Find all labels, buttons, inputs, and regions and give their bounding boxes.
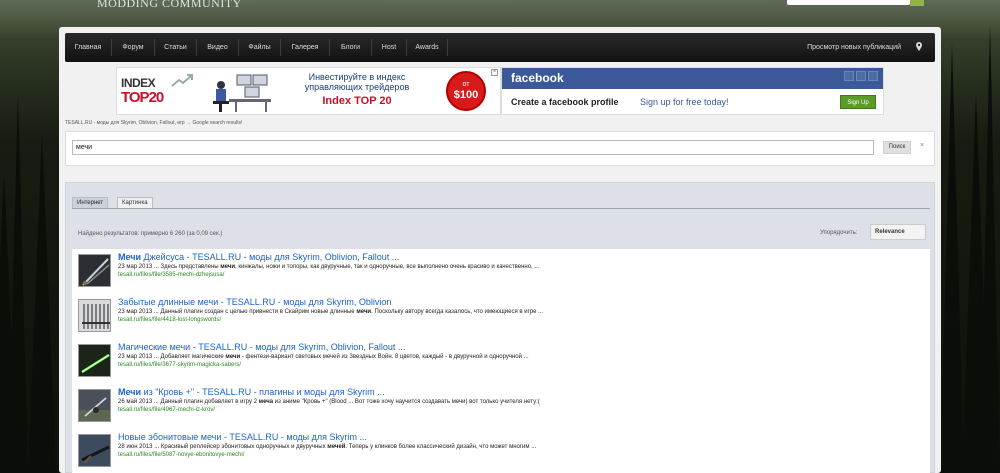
index-top20-logo: INDEX TOP20 xyxy=(121,74,194,110)
clear-icon[interactable]: × xyxy=(920,142,924,149)
result-snippet: 28 июн 2013 ... Красивый реплейсер эбони… xyxy=(118,444,537,450)
result-thumbnail[interactable] xyxy=(78,299,111,332)
index-top20-ad[interactable]: INDEX TOP20 Инвестируйте в индекс управл… xyxy=(116,67,501,115)
result-url: tesall.ru/files/file/3585-mechi-dzhejsus… xyxy=(118,272,225,278)
main-nav: Главная Форум Статьи Видео Файлы Галерея… xyxy=(65,33,935,62)
search-panel: Поиск × xyxy=(65,131,935,166)
breadcrumb[interactable]: TESALL.RU - моды для Skyrim, Oblivion, F… xyxy=(65,120,243,126)
search-button[interactable]: Поиск xyxy=(883,141,911,154)
result-snippet: 23 мар 2013 ... Данный плагин создан с ц… xyxy=(118,309,544,315)
result-thumbnail[interactable] xyxy=(78,254,111,287)
search-input[interactable] xyxy=(72,140,874,155)
nav-blogs[interactable]: Блоги xyxy=(330,33,371,62)
result-thumbnail[interactable] xyxy=(78,344,111,377)
nav-articles[interactable]: Статьи xyxy=(155,33,196,62)
header-search-button[interactable] xyxy=(910,0,924,6)
nav-awards[interactable]: Awards xyxy=(407,33,447,62)
result-title-link[interactable]: Мечи Джейсуса - TESALL.RU - моды для Sky… xyxy=(118,252,399,262)
result-item: Мечи из "Кровь +" - TESALL.RU - плагины … xyxy=(72,384,930,428)
result-item: Забытые длинные мечи - TESALL.RU - моды … xyxy=(72,294,930,338)
nav-home[interactable]: Главная xyxy=(65,33,111,62)
result-item: Мечи Джейсуса - TESALL.RU - моды для Sky… xyxy=(72,249,930,293)
sort-select[interactable]: Relevance xyxy=(870,224,926,240)
result-item: Магические мечи - TESALL.RU - моды для S… xyxy=(72,339,930,383)
facebook-logo: facebook xyxy=(511,71,564,85)
site-title[interactable]: MODDING COMMUNITY xyxy=(97,0,242,9)
result-title-link[interactable]: Магические мечи - TESALL.RU - моды для S… xyxy=(118,342,405,352)
fb-create-text: Create a facebook profile xyxy=(511,97,619,107)
results-list: Мечи Джейсуса - TESALL.RU - моды для Sky… xyxy=(72,249,930,473)
nav-new-posts[interactable]: Просмотр новых публикаций xyxy=(807,33,901,62)
header-search-input[interactable] xyxy=(787,0,910,5)
result-url: tesall.ru/files/file/3677-skyrim-magicka… xyxy=(118,362,242,368)
result-snippet: 23 мар 2013 ... Добавляет магические меч… xyxy=(118,354,529,360)
result-stats: Найдено результатов: примерно 6 260 (за … xyxy=(78,231,223,237)
result-url: tesall.ru/files/file/4967-mechi-iz-krov/ xyxy=(118,407,216,413)
facebook-notification-icons xyxy=(842,71,880,85)
sort-label: Упорядочить: xyxy=(820,230,858,236)
result-tabs: Интернет Картинка xyxy=(72,197,930,209)
chart-arrow-icon xyxy=(171,74,193,87)
fb-signup-link[interactable]: Sign up for free today! xyxy=(640,97,729,107)
trader-desk-illustration xyxy=(213,74,271,112)
result-snippet: 26 май 2013 ... Данный плагин добавляет … xyxy=(118,399,540,405)
ad-brand: Index TOP 20 xyxy=(322,95,392,107)
page-container: Главная Форум Статьи Видео Файлы Галерея… xyxy=(59,27,941,473)
result-item: Новые эбонитовые мечи - TESALL.RU - моды… xyxy=(72,429,930,473)
nav-video[interactable]: Видео xyxy=(197,33,238,62)
result-title-link[interactable]: Новые эбонитовые мечи - TESALL.RU - моды… xyxy=(118,432,367,442)
nav-forum[interactable]: Форум xyxy=(112,33,154,62)
facebook-ad[interactable]: facebook Create a facebook profile Sign … xyxy=(501,67,884,115)
result-title-link[interactable]: Мечи из "Кровь +" - TESALL.RU - плагины … xyxy=(118,387,385,397)
ad-close-icon[interactable]: × xyxy=(491,69,498,76)
ad-headline: Инвестируйте в индекс управляющих трейде… xyxy=(304,72,410,92)
nav-files[interactable]: Файлы xyxy=(239,33,280,62)
result-title-link[interactable]: Забытые длинные мечи - TESALL.RU - моды … xyxy=(118,297,391,307)
result-url: tesall.ru/files/file/5087-novye-ebonitov… xyxy=(118,452,245,458)
fb-signup-button[interactable]: Sign Up xyxy=(840,95,876,109)
result-url: tesall.ru/files/file/4418-lost-longsword… xyxy=(118,317,222,323)
nav-host[interactable]: Host xyxy=(372,33,406,62)
ad-price-badge: от $100 xyxy=(446,71,486,111)
location-pin-icon[interactable] xyxy=(915,42,923,51)
result-thumbnail[interactable] xyxy=(78,389,111,422)
tab-images[interactable]: Картинка xyxy=(117,197,153,208)
result-snippet: 23 мар 2013 ... Здесь представлены мечи,… xyxy=(118,264,540,270)
tab-web[interactable]: Интернет xyxy=(72,197,109,208)
result-thumbnail[interactable] xyxy=(78,434,111,467)
results-panel: Интернет Картинка Найдено результатов: п… xyxy=(65,182,935,473)
nav-gallery[interactable]: Галерея xyxy=(281,33,329,62)
